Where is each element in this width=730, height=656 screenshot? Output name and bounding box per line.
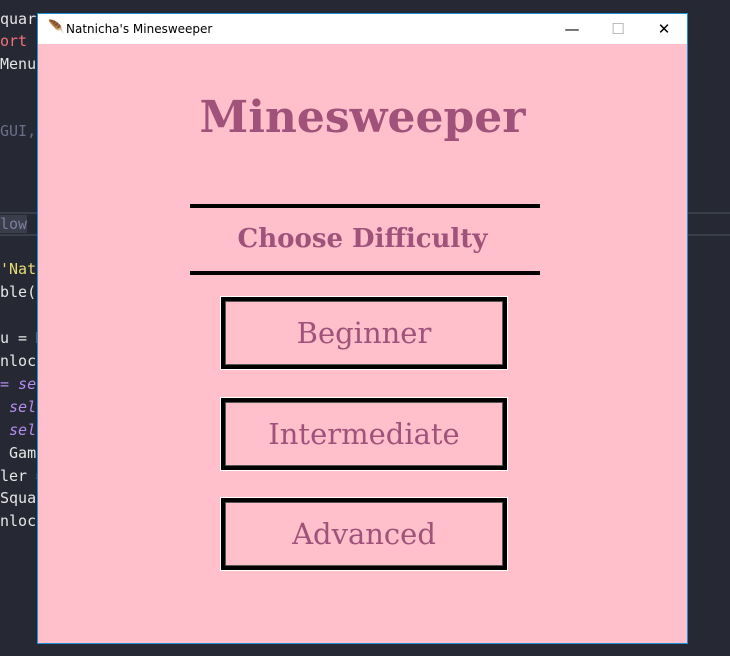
- minimize-button[interactable]: —: [549, 14, 595, 44]
- feather-icon: 🪶: [48, 20, 65, 35]
- code-line: GUI,: [0, 122, 37, 140]
- intermediate-button[interactable]: Intermediate: [220, 397, 508, 471]
- code-line: Menu: [0, 55, 37, 73]
- code-line: nloc: [0, 512, 37, 530]
- window-title: Natnicha's Minesweeper: [66, 22, 213, 36]
- code-line: low: [0, 215, 28, 233]
- beginner-button[interactable]: Beginner: [220, 296, 508, 370]
- code-line: nloc: [0, 352, 37, 370]
- page-title: Minesweeper: [199, 92, 526, 143]
- subtitle: Choose Difficulty: [237, 224, 488, 254]
- maximize-button[interactable]: ☐: [595, 14, 641, 44]
- advanced-button[interactable]: Advanced: [220, 497, 508, 571]
- divider: [190, 204, 540, 208]
- close-button[interactable]: ✕: [641, 14, 687, 44]
- divider: [190, 271, 540, 275]
- title-bar[interactable]: 🪶 Natnicha's Minesweeper — ☐ ✕: [38, 14, 687, 44]
- minesweeper-window: 🪶 Natnicha's Minesweeper — ☐ ✕ Minesweep…: [37, 13, 688, 644]
